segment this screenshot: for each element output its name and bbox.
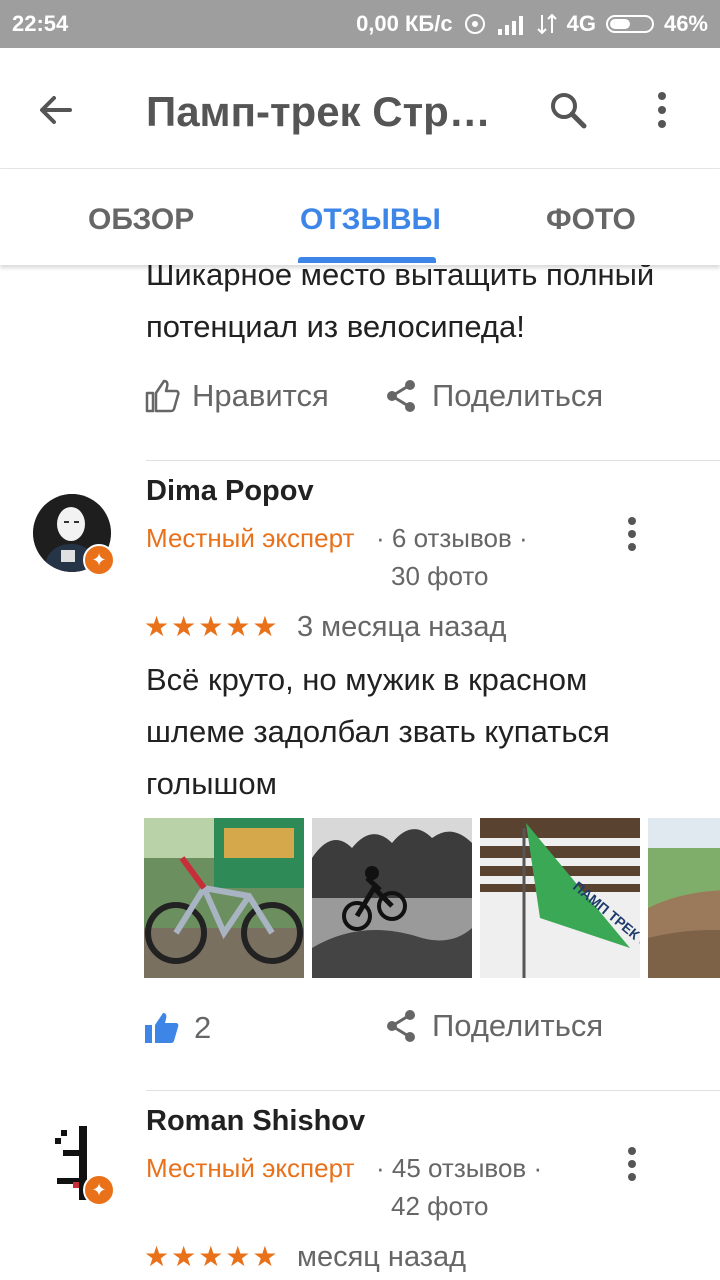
thumb-up-outline-icon: [145, 379, 180, 413]
reviewer-name[interactable]: Dima Popov: [146, 475, 314, 508]
tab-reviews[interactable]: ОТЗЫВЫ: [300, 203, 441, 237]
hotspot-icon: [464, 14, 485, 34]
reviews-list[interactable]: Шикарное место вытащить полный потенциал…: [0, 265, 720, 1280]
local-guide-badge-icon: ✦: [83, 544, 115, 576]
reviews-count: · 6 отзывов ·: [376, 523, 528, 553]
local-guide-label: Местный эксперт: [146, 1153, 355, 1183]
battery-icon: [605, 15, 654, 33]
tab-photos[interactable]: ФОТО: [546, 203, 636, 237]
star-rating: ★★★★★: [144, 611, 280, 642]
search-icon[interactable]: [548, 90, 588, 130]
avatar[interactable]: ✦: [33, 1124, 115, 1206]
status-bar: 22:54 0,00 КБ/с 4G 46%: [0, 0, 720, 48]
review-text: Всё круто, но мужик в красном шлеме задо…: [146, 662, 610, 801]
reviews-count: · 45 отзывов ·: [376, 1153, 543, 1183]
review-photo-flag[interactable]: ПАМП ТРЕК СТРОГИНО: [480, 818, 640, 978]
review-date: месяц назад: [297, 1241, 467, 1273]
like-button[interactable]: Нравится: [144, 378, 329, 414]
star-rating: ★★★★★: [144, 1241, 280, 1272]
review-text: Шикарное место вытащить полный потенциал…: [146, 265, 655, 344]
network-speed: 0,00 КБ/с: [356, 11, 453, 36]
photo-bike-image: [144, 818, 304, 978]
signal-icon: [497, 16, 523, 35]
share-label: Поделиться: [432, 378, 604, 413]
like-label: Нравится: [192, 378, 329, 413]
divider: [146, 460, 720, 461]
photo-rider-image: [312, 818, 472, 978]
photo-flag-image: ПАМП ТРЕК СТРОГИНО: [480, 818, 640, 978]
back-arrow-icon[interactable]: [36, 90, 76, 130]
active-tab-indicator: [298, 257, 436, 263]
review-photo-track[interactable]: [648, 818, 720, 978]
thumb-up-filled-icon: [145, 1013, 179, 1043]
data-arrows-icon: [536, 13, 557, 35]
photos-count: 30 фото: [391, 561, 489, 591]
battery-level: 46%: [663, 11, 708, 36]
review-menu-icon[interactable]: [622, 1147, 642, 1181]
photo-track-image: [648, 818, 720, 978]
app-bar: Памп-трек Стр…: [0, 48, 720, 169]
divider: [146, 1090, 720, 1091]
page-title: Памп-трек Стр…: [146, 88, 491, 135]
share-button[interactable]: Поделиться: [386, 378, 603, 414]
local-guide-label: Местный эксперт: [146, 523, 355, 553]
photos-count: 42 фото: [391, 1191, 489, 1221]
tab-bar: ОБЗОР ОТЗЫВЫ ФОТО: [0, 169, 720, 265]
local-guide-badge-icon: ✦: [83, 1174, 115, 1206]
reviewer-name[interactable]: Roman Shishov: [146, 1105, 365, 1138]
avatar[interactable]: ✦: [33, 494, 115, 576]
review-date: 3 месяца назад: [297, 611, 507, 643]
review-menu-icon[interactable]: [622, 517, 642, 551]
share-icon: [387, 380, 415, 412]
like-count: 2: [194, 1010, 212, 1045]
status-time: 22:54: [12, 11, 69, 36]
review-photo-rider[interactable]: [312, 818, 472, 978]
share-icon: [387, 1010, 415, 1042]
review-photo-bike[interactable]: [144, 818, 304, 978]
more-vert-icon[interactable]: [650, 92, 674, 128]
tab-overview[interactable]: ОБЗОР: [88, 203, 194, 237]
share-button[interactable]: Поделиться: [386, 1008, 603, 1044]
network-type: 4G: [566, 11, 596, 36]
like-button[interactable]: 2: [144, 1010, 211, 1046]
share-label: Поделиться: [432, 1008, 604, 1043]
